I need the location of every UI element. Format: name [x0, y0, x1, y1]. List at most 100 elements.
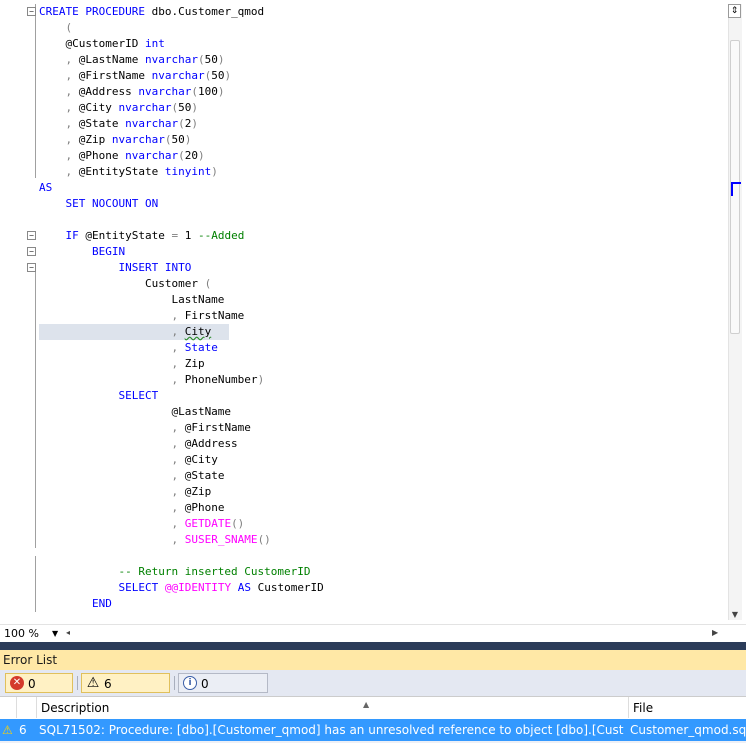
collapse-icon[interactable]: −	[27, 247, 36, 256]
code-token: 20	[184, 149, 198, 162]
code-token: nvarchar	[125, 149, 179, 162]
code-line[interactable]: , Zip	[39, 356, 324, 372]
code-line[interactable]: END	[39, 596, 324, 612]
messages-filter-button[interactable]: i 0 Messages	[178, 673, 268, 711]
code-line[interactable]: @LastName	[39, 404, 324, 420]
scroll-down-arrow-icon[interactable]: ▼	[732, 610, 738, 619]
code-token: CustomerID	[257, 581, 324, 594]
code-token: )	[211, 165, 218, 178]
code-line[interactable]: , @FirstName	[39, 420, 324, 436]
error-list-title[interactable]: Error List	[0, 650, 746, 670]
code-token: LastName	[39, 293, 225, 306]
code-line[interactable]: , @LastName nvarchar(50)	[39, 52, 324, 68]
code-token: (	[204, 277, 212, 290]
code-line[interactable]: CREATE PROCEDURE dbo.Customer_qmod	[39, 4, 324, 20]
collapse-icon[interactable]: −	[27, 7, 36, 16]
code-token: 50	[204, 53, 218, 66]
editor-status-bar: 100 % ▼ ◀ ▶	[0, 624, 746, 643]
code-line[interactable]: , SUSER_SNAME()	[39, 532, 324, 548]
code-line[interactable]: LastName	[39, 292, 324, 308]
column-header-description[interactable]: ▲ Description	[36, 697, 628, 718]
code-token: @Address	[78, 85, 139, 98]
code-token: 50	[211, 69, 225, 82]
code-line[interactable]: , @State	[39, 468, 324, 484]
code-text[interactable]: CREATE PROCEDURE dbo.Customer_qmod ( @Cu…	[39, 4, 324, 612]
code-line[interactable]: , @FirstName nvarchar(50)	[39, 68, 324, 84]
code-line[interactable]: @CustomerID int	[39, 36, 324, 52]
code-line[interactable]: , State	[39, 340, 324, 356]
code-token: @FirstName	[78, 69, 152, 82]
code-line[interactable]: , @City	[39, 452, 324, 468]
code-line[interactable]: , @City nvarchar(50)	[39, 100, 324, 116]
code-line[interactable]: , @Address	[39, 436, 324, 452]
code-token: nvarchar	[144, 53, 198, 66]
split-view-button[interactable]: ⇕	[728, 4, 741, 18]
code-line[interactable]: , PhoneNumber)	[39, 372, 324, 388]
code-line[interactable]: INSERT INTO	[39, 260, 324, 276]
code-line[interactable]: Customer (	[39, 276, 324, 292]
scroll-right-arrow-icon[interactable]: ▶	[712, 628, 718, 637]
code-token: ()	[257, 533, 271, 546]
code-token: ,	[39, 149, 79, 162]
code-line[interactable]: , FirstName	[39, 308, 324, 324]
collapse-icon[interactable]: −	[27, 263, 36, 272]
code-token: dbo.Customer_qmod	[151, 5, 265, 18]
column-header-icon[interactable]	[0, 697, 16, 718]
code-line[interactable]: SET NOCOUNT ON	[39, 196, 324, 212]
code-line[interactable]: , GETDATE()	[39, 516, 324, 532]
code-token: Customer	[39, 277, 205, 290]
error-list-header: ▲ Description File	[0, 696, 746, 720]
code-line[interactable]: BEGIN	[39, 244, 324, 260]
code-token: INSERT INTO	[39, 261, 192, 274]
code-token: tinyint	[164, 165, 212, 178]
code-token: ,	[39, 469, 185, 482]
code-line[interactable]: -- Return inserted CustomerID	[39, 564, 324, 580]
errors-filter-button[interactable]: ✕ 0 Errors	[5, 673, 73, 711]
code-token: @Address	[184, 437, 238, 450]
code-line[interactable]: , @Phone nvarchar(20)	[39, 148, 324, 164]
code-token: ,	[39, 309, 185, 322]
code-line[interactable]	[39, 212, 324, 228]
code-token: )	[184, 133, 192, 146]
code-token: ,	[39, 325, 185, 338]
warning-icon: ⚠	[2, 723, 13, 737]
code-token: @Zip	[78, 133, 112, 146]
code-token: @LastName	[39, 405, 232, 418]
code-line[interactable]: (	[39, 20, 324, 36]
code-line[interactable]: , @Zip	[39, 484, 324, 500]
code-line[interactable]: AS	[39, 180, 324, 196]
column-header-file[interactable]: File	[628, 697, 746, 718]
code-token: -- Return inserted CustomerID	[39, 565, 311, 578]
code-token: BEGIN	[39, 245, 126, 258]
code-line[interactable]: , City	[39, 324, 324, 340]
code-editor[interactable]: − − − − CREATE PROCEDURE dbo.Customer_qm…	[0, 0, 746, 624]
error-icon: ✕	[10, 676, 24, 690]
code-token: ,	[39, 421, 185, 434]
code-line[interactable]: , @EntityState tinyint)	[39, 164, 324, 180]
code-line[interactable]: , @Zip nvarchar(50)	[39, 132, 324, 148]
sort-ascending-icon: ▲	[363, 700, 370, 709]
code-line[interactable]: SELECT	[39, 388, 324, 404]
table-row[interactable]: ⚠ 6 SQL71502: Procedure: [dbo].[Customer…	[0, 719, 746, 741]
code-token: ,	[39, 517, 185, 530]
code-line[interactable]: IF @EntityState = 1 --Added	[39, 228, 324, 244]
row-description: SQL71502: Procedure: [dbo].[Customer_qmo…	[39, 723, 624, 737]
code-token: )	[217, 53, 225, 66]
horizontal-scrollbar[interactable]	[70, 628, 718, 640]
code-token: END	[39, 597, 112, 610]
code-token: ,	[39, 485, 185, 498]
code-line[interactable]: , @Phone	[39, 500, 324, 516]
code-line[interactable]: , @State nvarchar(2)	[39, 116, 324, 132]
warnings-filter-button[interactable]: ⚠ 6 Warnings	[81, 673, 170, 711]
chevron-down-icon: ▼	[52, 629, 59, 638]
code-line[interactable]	[39, 548, 324, 564]
code-line[interactable]: SELECT @@IDENTITY AS CustomerID	[39, 580, 324, 596]
code-token: --Added	[197, 229, 245, 242]
collapse-icon[interactable]: −	[27, 231, 36, 240]
code-token: @Phone	[184, 501, 225, 514]
warning-icon: ⚠	[86, 675, 100, 691]
code-token: )	[197, 149, 205, 162]
column-header-number[interactable]	[16, 697, 36, 718]
zoom-dropdown[interactable]: 100 % ▼	[4, 626, 59, 641]
code-line[interactable]: , @Address nvarchar(100)	[39, 84, 324, 100]
